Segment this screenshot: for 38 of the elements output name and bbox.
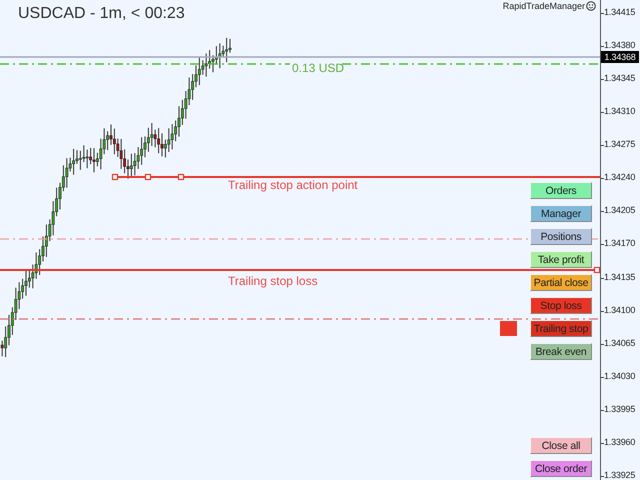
price-label: 1.34310: [604, 105, 636, 118]
panel-button[interactable]: Close order: [530, 460, 592, 477]
panel-button[interactable]: Partial close: [530, 274, 592, 291]
price-label: 1.33925: [604, 468, 636, 480]
price-label: 1.34030: [604, 370, 636, 383]
price-label: 1.33960: [604, 436, 636, 449]
price-label: 1.34170: [604, 237, 636, 250]
level-label: Trailing stop action point: [228, 178, 358, 192]
panel-button[interactable]: Positions: [530, 228, 592, 245]
price-label: 1.34240: [604, 171, 636, 184]
panel-button[interactable]: Orders: [530, 182, 592, 199]
profit-line[interactable]: [0, 63, 600, 65]
action-point-line[interactable]: [115, 176, 600, 178]
panel-button[interactable]: Close all: [530, 437, 592, 454]
line-handle[interactable]: [112, 174, 118, 180]
price-label: 1.34135: [604, 270, 636, 284]
panel-button[interactable]: Stop loss: [530, 297, 592, 314]
line-handle[interactable]: [594, 266, 600, 274]
price-label: 1.34345: [604, 72, 636, 86]
price-label: 1.34380: [604, 39, 636, 52]
current-price-tag: 1.34368: [601, 51, 639, 63]
smiley-icon: [586, 1, 596, 11]
price-label: 1.34065: [604, 336, 636, 350]
line-handle[interactable]: [178, 174, 184, 180]
level-line[interactable]: [0, 238, 600, 240]
level-label: 0.13 USD: [292, 61, 344, 75]
price-label: 1.34275: [604, 138, 636, 152]
price-label: 1.34205: [604, 204, 636, 218]
brand-label: RapidTradeManager: [502, 1, 585, 11]
price-label: 1.33995: [604, 402, 636, 416]
line-handle[interactable]: [144, 174, 152, 180]
panel-button[interactable]: Break even: [530, 343, 592, 360]
panel-button[interactable]: Take profit: [530, 251, 592, 268]
panel-button[interactable]: Manager: [530, 205, 592, 222]
chart-title: USDCAD - 1m, < 00:23: [18, 5, 185, 23]
level-label: Trailing stop loss: [228, 274, 318, 288]
price-label: 1.34100: [604, 304, 636, 317]
price-label: 1.34415: [604, 6, 636, 19]
